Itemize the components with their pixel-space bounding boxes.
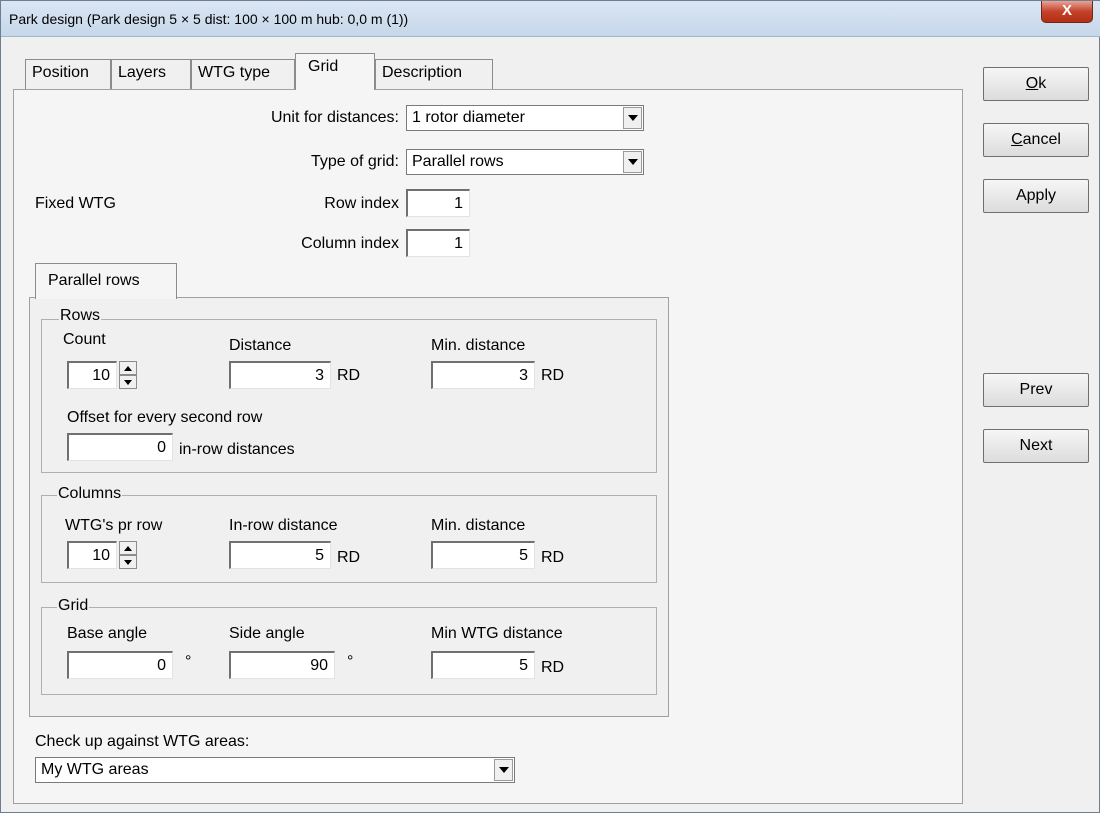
tab-layers-label: Layers <box>118 64 167 81</box>
min-distance-field[interactable]: 3 <box>431 361 535 389</box>
count-field[interactable]: 10 <box>67 361 117 389</box>
unit-for-distances-label: Unit for distances: <box>270 109 399 126</box>
offset-unit: in-row distances <box>179 441 295 458</box>
prev-label: Prev <box>1019 381 1053 398</box>
cancel-mnemonic: C <box>1011 131 1023 148</box>
close-icon: X <box>1061 2 1072 19</box>
columns-min-distance-unit: RD <box>541 549 565 566</box>
chevron-down-icon[interactable] <box>494 759 513 781</box>
spin-up-icon[interactable] <box>119 541 137 555</box>
spin-down-icon[interactable] <box>119 375 137 389</box>
unit-for-distances-select[interactable]: 1 rotor diameter <box>406 105 644 131</box>
tab-description[interactable]: Description <box>375 59 493 89</box>
check-wtg-areas-select[interactable]: My WTG areas <box>35 757 515 783</box>
min-wtg-distance-label: Min WTG distance <box>431 625 563 642</box>
column-index-label: Column index <box>301 235 399 252</box>
tab-parallel-rows-label: Parallel rows <box>48 272 140 289</box>
check-wtg-areas-value: My WTG areas <box>41 761 149 778</box>
count-spinner[interactable] <box>119 361 137 389</box>
column-index-field[interactable]: 1 <box>406 229 470 257</box>
columns-min-distance-field[interactable]: 5 <box>431 541 535 569</box>
chevron-down-icon[interactable] <box>623 151 642 173</box>
distance-field[interactable]: 3 <box>229 361 331 389</box>
offset-label: Offset for every second row <box>67 409 263 426</box>
prev-button[interactable]: Prev <box>983 373 1089 407</box>
min-distance-label: Min. distance <box>431 337 526 354</box>
side-angle-field[interactable]: 90 <box>229 651 335 679</box>
wtgs-pr-row-field[interactable]: 10 <box>67 541 117 569</box>
count-label: Count <box>63 331 106 348</box>
in-row-distance-field[interactable]: 5 <box>229 541 331 569</box>
cancel-label: ancel <box>1022 131 1061 148</box>
chevron-down-icon[interactable] <box>623 107 642 129</box>
unit-for-distances-value: 1 rotor diameter <box>412 109 525 126</box>
in-row-distance-label: In-row distance <box>229 517 338 534</box>
tab-description-label: Description <box>382 64 463 81</box>
distance-unit: RD <box>337 367 361 384</box>
offset-field[interactable]: 0 <box>67 433 173 461</box>
tab-position-label: Position <box>32 64 89 81</box>
base-angle-field[interactable]: 0 <box>67 651 173 679</box>
wtgs-pr-row-label: WTG's pr row <box>65 517 163 534</box>
ok-label: k <box>1038 75 1047 92</box>
window-title: Park design (Park design 5 × 5 dist: 100… <box>9 11 409 27</box>
type-of-grid-select[interactable]: Parallel rows <box>406 149 644 175</box>
min-wtg-distance-field[interactable]: 5 <box>431 651 535 679</box>
next-label: Next <box>1019 437 1053 454</box>
tab-parallel-rows[interactable]: Parallel rows <box>35 263 177 299</box>
spin-up-icon[interactable] <box>119 361 137 375</box>
side-angle-label: Side angle <box>229 625 305 642</box>
in-row-distance-unit: RD <box>337 549 361 566</box>
ok-button[interactable]: Ok <box>983 67 1089 101</box>
tab-grid-label: Grid <box>308 58 339 75</box>
rows-group-title: Rows <box>59 309 102 323</box>
type-of-grid-label: Type of grid: <box>310 153 399 170</box>
tab-position[interactable]: Position <box>25 59 111 89</box>
row-index-field[interactable]: 1 <box>406 189 470 217</box>
tab-grid[interactable]: Grid <box>295 53 375 90</box>
columns-group <box>41 495 657 583</box>
tab-wtg-type-label: WTG type <box>198 64 271 81</box>
close-button[interactable]: X <box>1041 1 1093 23</box>
row-index-label: Row index <box>324 195 399 212</box>
type-of-grid-value: Parallel rows <box>412 153 504 170</box>
columns-group-title: Columns <box>57 485 123 503</box>
check-wtg-areas-label: Check up against WTG areas: <box>35 733 250 750</box>
fixed-wtg-label: Fixed WTG <box>35 195 116 212</box>
tab-layers[interactable]: Layers <box>111 59 191 89</box>
base-angle-unit: ° <box>185 653 192 670</box>
apply-label: Apply <box>1015 187 1057 204</box>
wtgs-pr-row-spinner[interactable] <box>119 541 137 569</box>
ok-mnemonic: O <box>1025 75 1039 92</box>
park-design-dialog: Park design (Park design 5 × 5 dist: 100… <box>0 0 1100 813</box>
side-angle-unit: ° <box>347 653 354 670</box>
distance-label: Distance <box>229 337 292 354</box>
spin-down-icon[interactable] <box>119 555 137 569</box>
tab-wtg-type[interactable]: WTG type <box>191 59 295 89</box>
next-button[interactable]: Next <box>983 429 1089 463</box>
base-angle-label: Base angle <box>67 625 148 642</box>
columns-min-distance-label: Min. distance <box>431 517 526 534</box>
title-bar[interactable]: Park design (Park design 5 × 5 dist: 100… <box>1 1 1100 37</box>
cancel-button[interactable]: Cancel <box>983 123 1089 157</box>
apply-button[interactable]: Apply <box>983 179 1089 213</box>
grid-group-title: Grid <box>57 597 90 615</box>
min-distance-unit: RD <box>541 367 565 384</box>
min-wtg-distance-unit: RD <box>541 659 565 676</box>
